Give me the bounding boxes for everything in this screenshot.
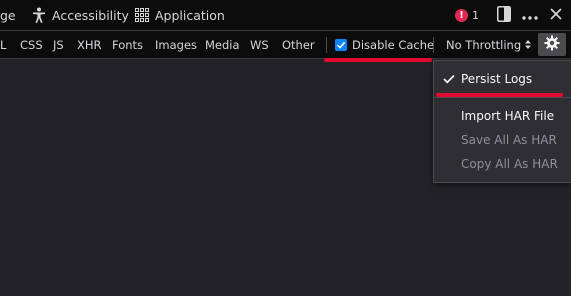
throttling-value: No Throttling: [446, 37, 522, 52]
tab-application[interactable]: Application: [135, 0, 225, 30]
close-devtools-button[interactable]: [550, 0, 562, 30]
toolbar-divider: [326, 37, 327, 53]
tab-accessibility-label: Accessibility: [52, 7, 129, 23]
filter-other[interactable]: Other: [282, 31, 315, 58]
filter-media[interactable]: Media: [205, 31, 240, 58]
disable-cache-checkbox[interactable]: Disable Cache: [335, 31, 434, 58]
menu-item-copy-all-har[interactable]: Copy All As HAR: [434, 153, 571, 175]
menu-item-persist-logs[interactable]: Persist Logs: [434, 68, 571, 90]
error-count-button[interactable]: ! 1: [455, 0, 479, 30]
persist-logs-label: Persist Logs: [461, 72, 533, 86]
annotation-underline-disable-cache: [324, 58, 432, 62]
filter-xhr[interactable]: XHR: [77, 31, 102, 58]
menu-item-save-all-har[interactable]: Save All As HAR: [434, 129, 571, 151]
tab-application-label: Application: [155, 7, 225, 23]
tab-page[interactable]: ge: [0, 0, 16, 30]
filter-all-label: L: [0, 37, 7, 52]
save-all-har-label: Save All As HAR: [461, 133, 557, 147]
filter-fonts-label: Fonts: [112, 37, 144, 52]
filter-js[interactable]: JS: [53, 31, 64, 58]
dock-side-icon: [497, 5, 511, 25]
tab-accessibility[interactable]: Accessibility: [32, 0, 129, 30]
more-options-button[interactable]: [522, 0, 538, 30]
disable-cache-label: Disable Cache: [352, 37, 435, 52]
devtools-window: ge Accessibility Application ! 1 L CSS J…: [0, 0, 571, 296]
filter-images[interactable]: Images: [155, 31, 197, 58]
checkbox-checked-icon: [335, 38, 347, 51]
toolbar-divider: [433, 37, 434, 53]
filter-js-label: JS: [53, 37, 64, 52]
network-settings-button[interactable]: [538, 33, 566, 56]
select-arrows-icon: [525, 40, 532, 49]
filter-media-label: Media: [205, 37, 240, 52]
accessibility-icon: [32, 7, 46, 23]
dock-side-button[interactable]: [497, 0, 511, 30]
filter-xhr-label: XHR: [77, 37, 102, 52]
filter-ws-label: WS: [250, 37, 269, 52]
checkmark-icon: [443, 74, 455, 84]
network-filter-bar: L CSS JS XHR Fonts Images Media WS Other…: [0, 31, 571, 59]
close-icon: [550, 7, 562, 23]
throttling-select[interactable]: No Throttling: [446, 31, 532, 58]
filter-css[interactable]: CSS: [20, 31, 43, 58]
error-icon: !: [455, 8, 468, 22]
menu-item-import-har[interactable]: Import HAR File: [434, 105, 571, 127]
gear-icon: [544, 35, 560, 54]
filter-other-label: Other: [282, 37, 315, 52]
menu-divider: [434, 97, 571, 98]
filter-ws[interactable]: WS: [250, 31, 269, 58]
application-grid-icon: [135, 8, 149, 22]
devtools-tab-bar: ge Accessibility Application ! 1: [0, 0, 571, 31]
filter-css-label: CSS: [20, 37, 43, 52]
more-horizontal-icon: [522, 8, 538, 23]
filter-fonts[interactable]: Fonts: [112, 31, 143, 58]
network-settings-menu: Persist Logs Import HAR File Save All As…: [433, 60, 571, 183]
filter-all[interactable]: L: [0, 31, 6, 58]
annotation-underline-persist-logs: [436, 93, 563, 97]
filter-images-label: Images: [155, 37, 198, 52]
import-har-label: Import HAR File: [461, 109, 555, 123]
copy-all-har-label: Copy All As HAR: [461, 157, 558, 171]
tab-page-label: ge: [0, 7, 16, 23]
error-count: 1: [472, 8, 479, 22]
